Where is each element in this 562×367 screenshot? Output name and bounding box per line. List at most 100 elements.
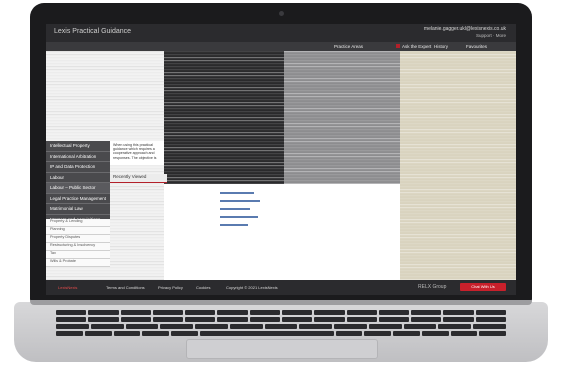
key [171,331,198,336]
sidebar-item-intellectual-property[interactable]: Intellectual Property [46,141,110,152]
key [120,310,151,315]
key [314,317,345,322]
key [88,310,119,315]
scan-stripes [400,51,516,295]
ask-expert-icon [396,44,400,48]
list-item[interactable]: Restructuring & Insolvency [46,243,110,251]
user-links[interactable]: Support · More [424,33,506,38]
key [438,324,472,329]
sidebar-item-ip-data-protection[interactable]: IP and Data Protection [46,162,110,173]
key [152,310,184,315]
list-item[interactable]: Property & Lending [46,219,110,227]
laptop: Lexis Practical Guidance melanie.gagger.… [0,0,562,367]
key [378,310,410,315]
result-link[interactable] [220,192,254,194]
footer-link-cookies[interactable]: Cookies [196,285,210,290]
result-link[interactable] [220,208,250,210]
key [185,317,216,322]
keyboard-row [56,310,506,315]
sidebar-item-labour-public[interactable]: Labour – Public Sector [46,183,110,194]
user-menu[interactable]: melanie.gagger.ukl@lexisnexis.co.uk Supp… [424,26,506,38]
key [403,324,437,329]
key [443,317,474,322]
relx-logo: RELX Group [418,284,447,290]
key [113,331,141,336]
key [199,331,334,336]
guidance-text: When using this practical guidance which… [113,143,157,160]
key [229,324,263,329]
top-bar: Lexis Practical Guidance melanie.gagger.… [46,24,516,42]
key [56,324,89,329]
touchpad [186,339,378,359]
laptop-hinge [30,300,532,305]
key [185,310,216,315]
key [160,324,194,329]
guidance-panel: When using this practical guidance which… [110,141,164,165]
key [450,331,478,336]
footer: LexisNexis Terms and Conditions Privacy … [46,280,516,295]
more-practice-areas: Property & Lending Planning Property Dis… [46,219,110,267]
key [281,317,313,322]
content-column-4 [400,51,516,295]
webcam-icon [279,11,284,16]
list-item[interactable]: Wills & Probate [46,259,110,267]
key [120,317,151,322]
key [56,317,87,322]
footer-link-privacy[interactable]: Privacy Policy [158,285,183,290]
keyboard-row [56,317,506,322]
result-link[interactable] [220,216,258,218]
list-item[interactable]: Tax [46,251,110,259]
key [84,331,112,336]
key [411,310,442,315]
key [249,310,280,315]
result-link[interactable] [220,200,260,202]
sidebar-item-labour[interactable]: Labour [46,172,110,183]
sidebar-item-matrimonial[interactable]: Matrimonial Law [46,204,110,215]
result-link[interactable] [220,224,248,226]
key [479,331,506,336]
sidebar-item-legal-practice[interactable]: Legal Practice Management [46,193,110,204]
user-email: melanie.gagger.ukl@lexisnexis.co.uk [423,26,506,32]
list-item[interactable]: Property Disputes [46,235,110,243]
recently-viewed-heading: Recently Viewed [110,174,167,183]
key [378,317,410,322]
key [443,310,474,315]
keyboard-row [56,324,506,329]
nav-practice-areas[interactable]: Practice Areas [334,44,363,49]
key [281,310,313,315]
key [56,310,87,315]
nav-history[interactable]: History [434,44,448,49]
key [56,331,83,336]
key [368,324,402,329]
key [152,317,184,322]
key [90,324,124,329]
key [393,331,420,336]
keyboard-row [56,331,506,336]
nav-ask-expert[interactable]: Ask the Expert [396,44,431,49]
secondary-nav: Practice Areas Ask the Expert History Fa… [46,42,516,51]
key [475,317,506,322]
footer-copyright: Copyright © 2021 LexisNexis [226,285,278,290]
key [364,331,391,336]
key [217,310,248,315]
key [335,331,363,336]
sidebar-item-international-arbitration[interactable]: International Arbitration [46,151,110,162]
key [249,317,280,322]
key [411,317,442,322]
key [346,317,377,322]
key [195,324,228,329]
key [125,324,159,329]
screen: Lexis Practical Guidance melanie.gagger.… [46,24,516,295]
key [264,324,298,329]
footer-brand[interactable]: LexisNexis [58,285,77,290]
nav-favourites[interactable]: Favourites [466,44,487,49]
key [473,324,506,329]
keyboard [56,310,506,338]
key [88,317,119,322]
list-item[interactable]: Planning [46,227,110,235]
footer-link-terms[interactable]: Terms and Conditions [106,285,145,290]
key [334,324,367,329]
brand-title[interactable]: Lexis Practical Guidance [54,28,131,35]
chat-button[interactable]: Chat With Us [460,283,506,291]
key [142,331,169,336]
